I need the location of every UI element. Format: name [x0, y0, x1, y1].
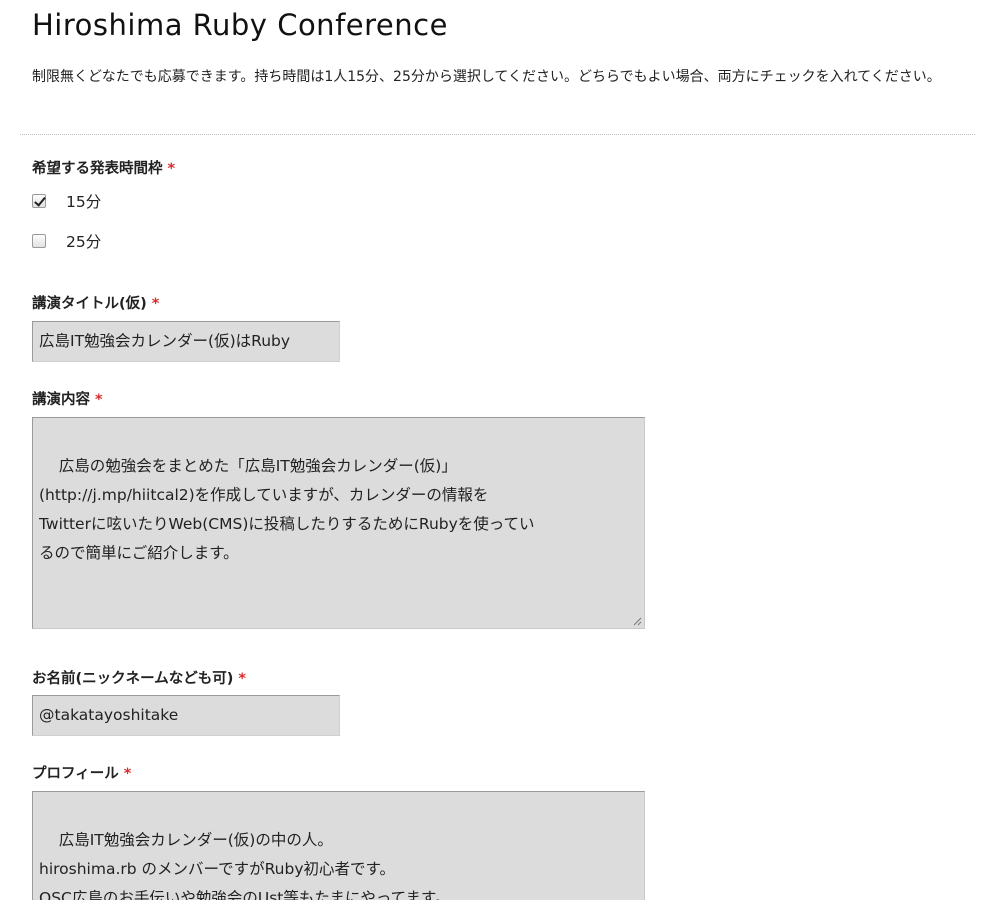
required-mark: * — [123, 766, 132, 782]
profile-label-text: プロフィール — [32, 766, 119, 782]
talk-title-input[interactable]: 広島IT勉強会カレンダー(仮)はRuby — [32, 321, 340, 362]
talk-title-label: 講演タイトル(仮) * — [32, 292, 159, 313]
resize-grip-icon[interactable] — [632, 616, 642, 626]
required-mark: * — [167, 161, 176, 177]
required-mark: * — [238, 671, 246, 687]
time-slot-option-25[interactable]: 25分 — [32, 230, 101, 252]
profile-textarea[interactable]: 広島IT勉強会カレンダー(仮)の中の人。 hiroshima.rb のメンバーで… — [32, 791, 645, 900]
time-slot-option-15[interactable]: 15分 — [32, 190, 101, 212]
name-label: お名前(ニックネームなども可) * — [32, 667, 246, 688]
talk-title-label-text: 講演タイトル(仮) — [32, 296, 147, 312]
required-mark: * — [151, 296, 160, 312]
profile-text: 広島IT勉強会カレンダー(仮)の中の人。 hiroshima.rb のメンバーで… — [39, 831, 451, 900]
name-label-text: お名前(ニックネームなども可) — [32, 671, 234, 687]
form-title: Hiroshima Ruby Conference — [32, 8, 448, 42]
checkbox-15min[interactable] — [32, 194, 46, 208]
talk-content-label-text: 講演内容 — [32, 392, 90, 408]
checkbox-25min[interactable] — [32, 234, 46, 248]
talk-content-textarea[interactable]: 広島の勉強会をまとめた「広島IT勉強会カレンダー(仮)」 (http://j.m… — [32, 417, 645, 629]
option-label-25min: 25分 — [66, 233, 102, 251]
time-slot-label: 希望する発表時間枠 * — [32, 157, 175, 178]
required-mark: * — [95, 392, 103, 408]
name-input[interactable]: @takatayoshitake — [32, 695, 340, 736]
form-page: Hiroshima Ruby Conference 制限無くどなたでも応募できま… — [0, 0, 990, 900]
time-slot-label-text: 希望する発表時間枠 — [32, 161, 163, 177]
talk-content-text: 広島の勉強会をまとめた「広島IT勉強会カレンダー(仮)」 (http://j.m… — [39, 457, 535, 562]
form-description: 制限無くどなたでも応募できます。持ち時間は1人15分、25分から選択してください… — [32, 69, 941, 85]
option-label-15min: 15分 — [66, 193, 102, 211]
header-divider — [20, 134, 975, 135]
talk-content-label: 講演内容 * — [32, 388, 103, 409]
profile-label: プロフィール * — [32, 762, 131, 783]
